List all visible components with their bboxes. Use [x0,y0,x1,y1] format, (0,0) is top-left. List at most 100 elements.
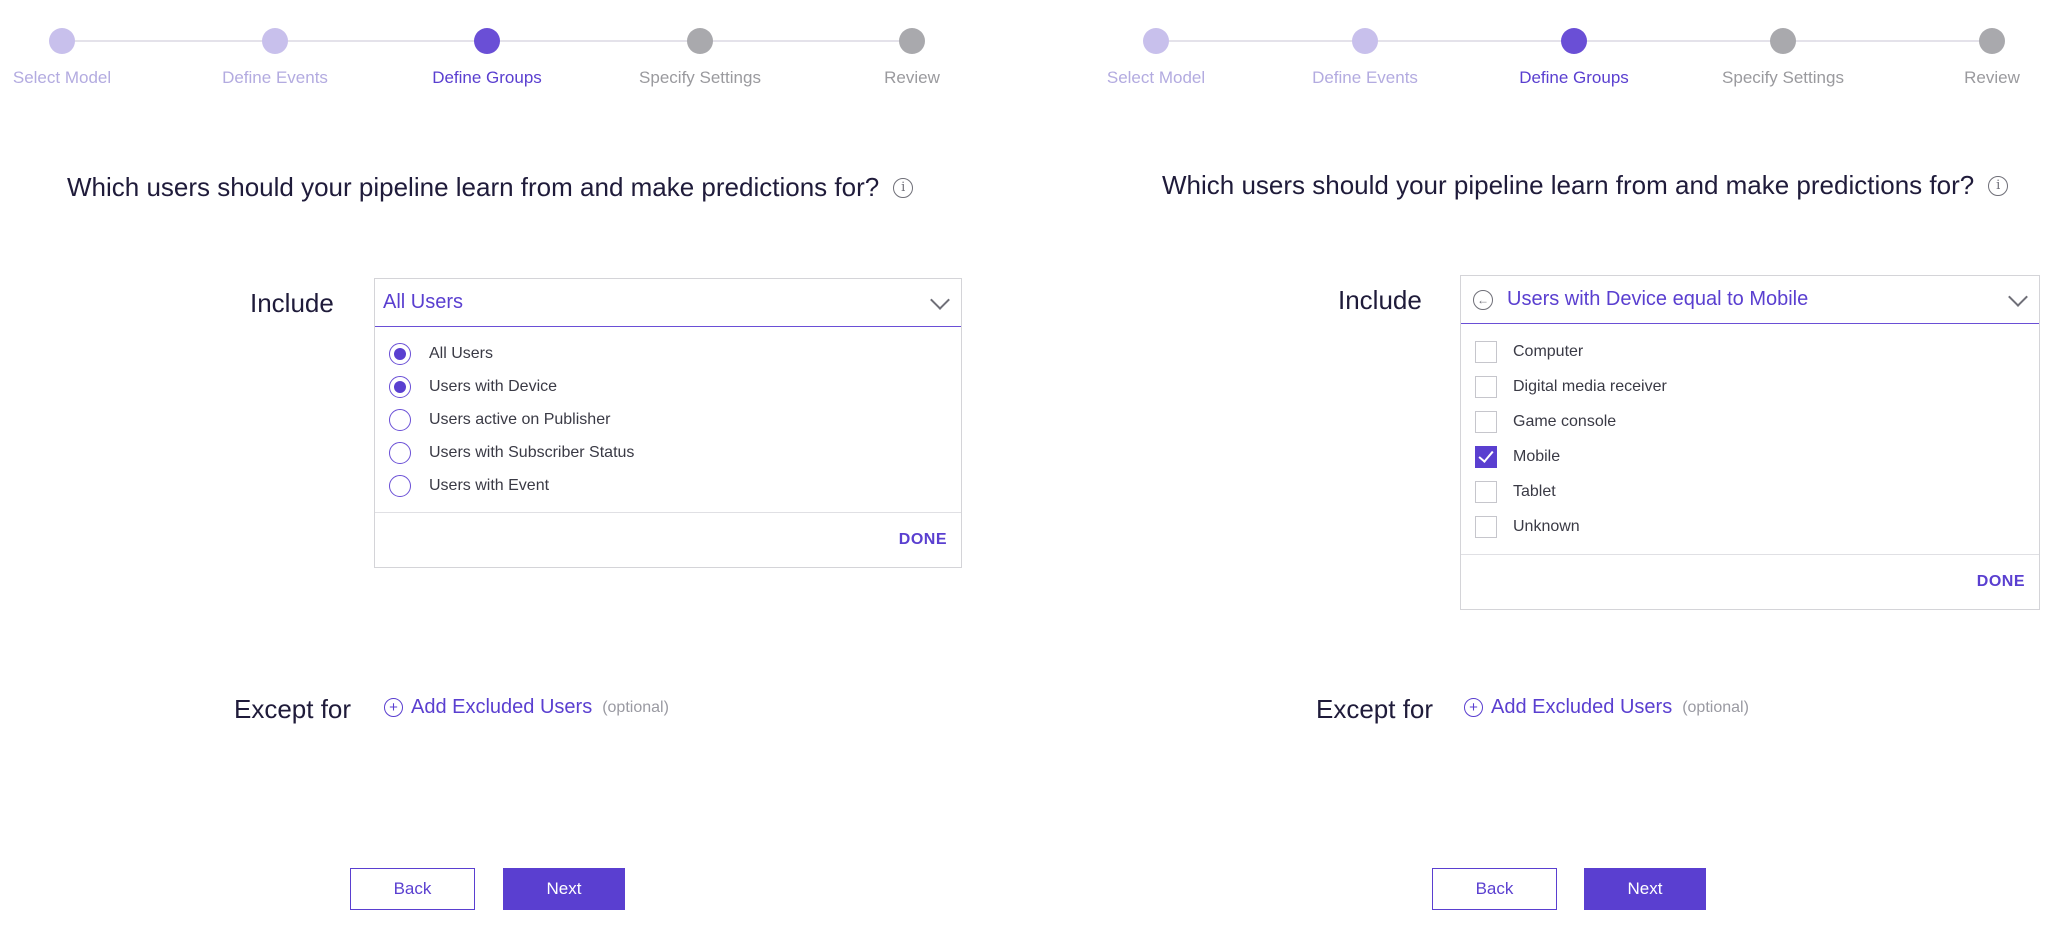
info-icon[interactable]: i [893,177,914,198]
checkbox[interactable] [1475,410,1497,433]
include-dropdown: All Users All Users Users with Device Us… [374,278,962,568]
step-review[interactable]: Review [1892,28,2059,88]
back-button[interactable]: Back [1432,868,1557,910]
checkbox[interactable] [1475,515,1497,538]
radio-button[interactable] [389,375,411,398]
radio-button[interactable] [389,342,411,365]
option-computer[interactable]: Computer [1475,334,2025,369]
option-label: All Users [429,344,494,362]
device-options: Computer Digital media receiver Game con… [1461,324,2039,555]
option-label: Users with Subscriber Status [429,443,635,461]
step-label: Select Model [1106,68,1206,87]
step-label: Specify Settings [639,68,761,87]
step-label: Define Groups [432,68,542,87]
stepper: Select Model Define Events Define Groups… [0,28,1020,98]
step-dot [1352,28,1378,54]
step-define-groups[interactable]: Define Groups [387,28,587,88]
optional-hint: (optional) [602,698,669,716]
include-label: Include [1338,285,1422,315]
option-label: Computer [1513,342,1584,360]
include-dropdown: ← Users with Device equal to Mobile Comp… [1460,275,2040,610]
step-label: Define Events [1312,68,1418,87]
step-label: Define Groups [1519,68,1629,87]
done-button[interactable]: DONE [899,531,947,549]
include-dropdown-header[interactable]: ← Users with Device equal to Mobile [1461,276,2039,324]
dropdown-value: All Users [383,291,464,313]
option-unknown[interactable]: Unknown [1475,509,2025,544]
option-mobile[interactable]: Mobile [1475,439,2025,474]
arrow-left-circle-icon[interactable]: ← [1473,289,1493,310]
except-for-label: Except for [1316,694,1434,724]
checkbox[interactable] [1475,480,1497,503]
step-dot [474,28,500,54]
except-for-label: Except for [234,694,352,724]
optional-hint: (optional) [1682,698,1749,716]
option-label: Unknown [1513,517,1580,535]
option-digital-media-receiver[interactable]: Digital media receiver [1475,369,2025,404]
dropdown-footer: DONE [375,513,961,567]
radio-button[interactable] [389,474,411,497]
add-excluded-users-link[interactable]: + Add Excluded Users (optional) [1464,696,1749,719]
step-select-model[interactable]: Select Model [1056,28,1256,88]
right-panel: Select Model Define Events Define Groups… [1090,0,2059,945]
checkbox[interactable] [1475,445,1497,468]
option-users-with-device[interactable]: Users with Device [389,370,947,403]
option-label: Tablet [1513,482,1556,500]
step-label: Define Events [222,68,328,87]
step-define-events[interactable]: Define Events [175,28,375,88]
option-users-with-subscriber-status[interactable]: Users with Subscriber Status [389,436,947,469]
option-tablet[interactable]: Tablet [1475,474,2025,509]
step-dot [262,28,288,54]
step-label: Select Model [12,68,112,87]
step-dot [1561,28,1587,54]
stepper: Select Model Define Events Define Groups… [1090,28,2059,98]
option-users-active-on-publisher[interactable]: Users active on Publisher [389,403,947,436]
dropdown-value: Users with Device equal to Mobile [1507,288,1809,310]
include-dropdown-header[interactable]: All Users [375,279,961,327]
step-review[interactable]: Review [812,28,1012,88]
step-specify-settings[interactable]: Specify Settings [1683,28,1883,88]
checkbox[interactable] [1475,340,1497,363]
add-excluded-users-link[interactable]: + Add Excluded Users (optional) [384,696,669,719]
plus-circle-icon: + [1464,698,1483,717]
step-label: Specify Settings [1722,68,1844,87]
step-define-groups[interactable]: Define Groups [1474,28,1674,88]
step-dot [49,28,75,54]
left-panel: Select Model Define Events Define Groups… [0,0,1020,945]
next-button[interactable]: Next [1584,868,1706,910]
add-excluded-label: Add Excluded Users [411,696,593,718]
option-all-users[interactable]: All Users [389,337,947,370]
step-dot [1143,28,1169,54]
option-label: Game console [1513,412,1617,430]
radio-button[interactable] [389,408,411,431]
radio-button[interactable] [389,441,411,464]
option-label: Digital media receiver [1513,377,1667,395]
dropdown-footer: DONE [1461,555,2039,609]
step-define-events[interactable]: Define Events [1265,28,1465,88]
plus-circle-icon: + [384,698,403,717]
info-icon[interactable]: i [1988,175,2009,196]
option-label: Users with Device [429,377,558,395]
question-text: Which users should your pipeline learn f… [1162,170,1975,200]
next-button[interactable]: Next [503,868,625,910]
step-label: Review [884,68,940,87]
step-specify-settings[interactable]: Specify Settings [600,28,800,88]
option-game-console[interactable]: Game console [1475,404,2025,439]
option-users-with-event[interactable]: Users with Event [389,469,947,502]
step-label: Review [1964,68,2020,87]
checkbox[interactable] [1475,375,1497,398]
group-options: All Users Users with Device Users active… [375,327,961,513]
option-label: Users active on Publisher [429,410,611,428]
step-dot [899,28,925,54]
step-select-model[interactable]: Select Model [0,28,162,88]
back-button[interactable]: Back [350,868,475,910]
step-dot [687,28,713,54]
done-button[interactable]: DONE [1977,573,2025,591]
step-dot [1770,28,1796,54]
chevron-down-icon[interactable] [930,290,950,310]
question-text: Which users should your pipeline learn f… [67,172,880,202]
page-question: Which users should your pipeline learn f… [1162,170,2009,201]
add-excluded-label: Add Excluded Users [1491,696,1673,718]
chevron-down-icon[interactable] [2008,287,2028,307]
page-question: Which users should your pipeline learn f… [67,172,914,203]
